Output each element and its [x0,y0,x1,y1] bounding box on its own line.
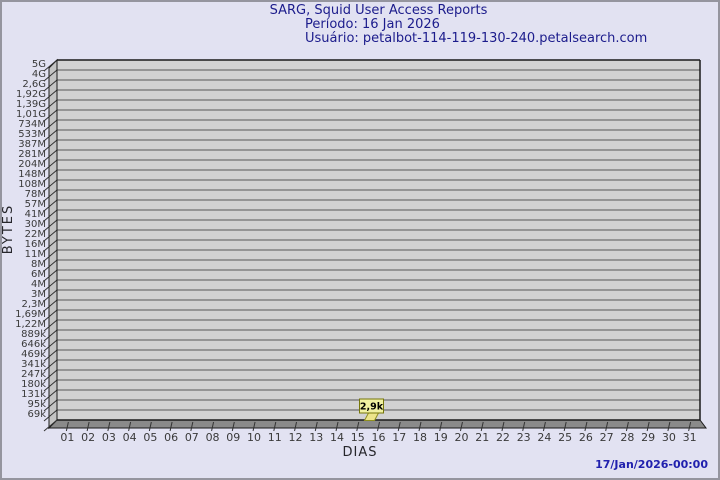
x-axis-tick-label: 03 [102,431,116,444]
sarg-report-image: SARG, Squid User Access Reports Período:… [0,0,720,480]
x-axis-tick-label: 15 [351,431,365,444]
x-axis-tick-label: 11 [268,431,282,444]
x-axis-tick-label: 18 [413,431,427,444]
x-axis-tick-label: 07 [185,431,199,444]
x-axis-tick-label: 23 [517,431,531,444]
x-axis-tick-label: 31 [683,431,697,444]
x-axis-title: DIAS [300,445,420,460]
x-axis-tick-label: 20 [454,431,468,444]
x-axis-tick-label: 08 [206,431,220,444]
x-axis-tick-label: 27 [600,431,614,444]
x-axis-tick-label: 01 [60,431,74,444]
x-axis-tick-label: 04 [123,431,137,444]
x-axis-tick-label: 30 [662,431,676,444]
x-axis-tick-label: 24 [537,431,551,444]
x-axis-tick-label: 14 [330,431,344,444]
bar-chart-canvas: 5G4G2,6G1,92G1,39G1,01G734M533M387M281M2… [0,0,720,480]
x-axis-tick-label: 29 [641,431,655,444]
y-axis-title: BYTES [1,194,17,264]
x-axis-tick-label: 06 [164,431,178,444]
x-axis-tick-label: 12 [289,431,303,444]
x-axis-tick-label: 26 [579,431,593,444]
x-axis-tick-label: 02 [81,431,95,444]
x-axis-tick-label: 28 [620,431,634,444]
y-axis-tick-label: 69k [27,409,46,420]
x-axis-tick-label: 22 [496,431,510,444]
x-axis-tick-label: 25 [558,431,572,444]
generated-timestamp: 17/Jan/2026-00:00 [595,458,708,471]
bar-value-label: 2,9k [360,402,384,413]
x-axis-tick-label: 09 [226,431,240,444]
x-axis-tick-label: 16 [372,431,386,444]
x-axis-tick-label: 21 [475,431,489,444]
x-axis-tick-label: 05 [143,431,157,444]
x-axis-tick-label: 19 [434,431,448,444]
x-axis-tick-label: 17 [392,431,406,444]
x-axis-tick-label: 10 [247,431,261,444]
x-axis-tick-label: 13 [309,431,323,444]
